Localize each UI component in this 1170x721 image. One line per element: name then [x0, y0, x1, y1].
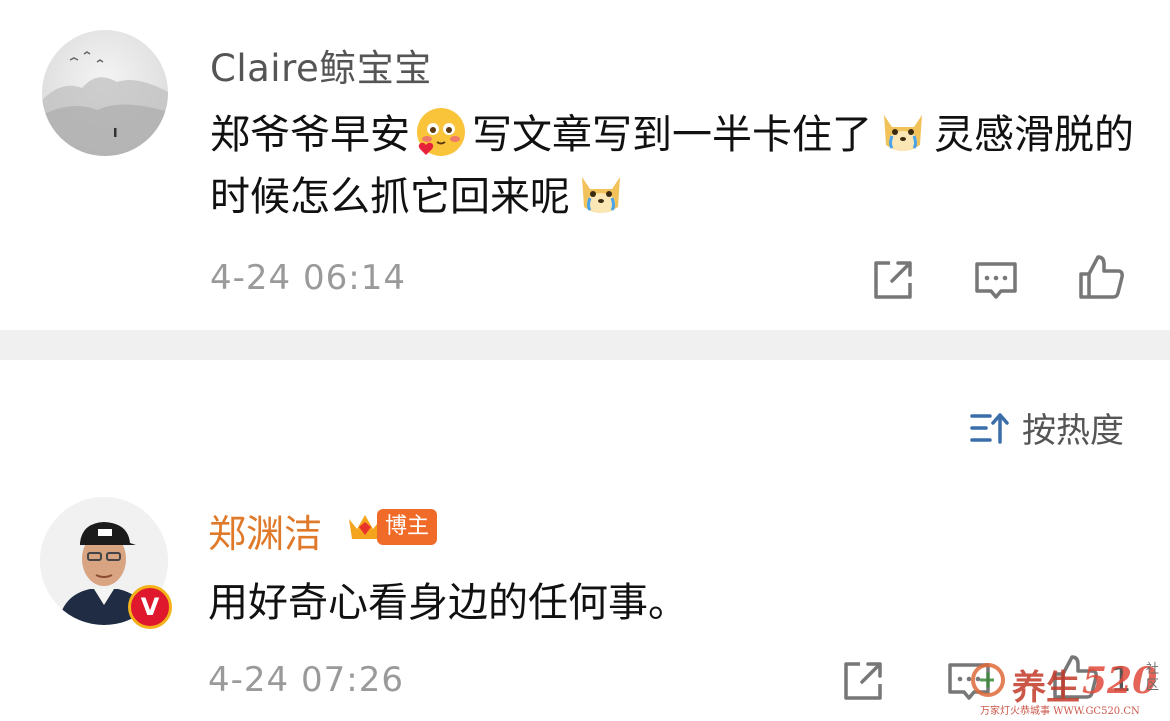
site-watermark: 养生 520 社区 万家灯火恭城事 WWW.GC520.CN — [940, 640, 1165, 720]
watermark-logo-icon — [971, 663, 1005, 697]
timestamp: 4-24 06:14 — [210, 258, 406, 298]
blushing-face-emoji-icon — [417, 108, 465, 156]
verified-badge-icon: V — [128, 585, 172, 629]
blogger-badge: 博主 — [345, 507, 438, 547]
share-icon[interactable] — [868, 255, 918, 305]
comment-text-part: 郑爷爷早安 — [210, 112, 410, 158]
blogger-name[interactable]: 郑渊洁 — [208, 503, 322, 558]
comment-1: Claire鲸宝宝 郑爷爷早安 写文章写到一半卡住了 灵感滑脱的时候怎么抓它回来… — [0, 0, 1170, 330]
crying-dog-emoji-icon — [582, 177, 620, 213]
comment-text-part: 写文章写到一半卡住了 — [472, 112, 872, 158]
username[interactable]: Claire鲸宝宝 — [210, 38, 432, 92]
comment-text: 郑爷爷早安 写文章写到一半卡住了 灵感滑脱的时候怎么抓它回来呢 — [210, 104, 1140, 228]
share-icon[interactable] — [838, 656, 888, 706]
watermark-side: 社区 — [1146, 662, 1160, 693]
sort-label: 按热度 — [1022, 411, 1124, 451]
comment-text: 用好奇心看身边的任何事。 — [208, 580, 688, 626]
badge-label: 博主 — [377, 509, 438, 545]
section-divider — [0, 330, 1170, 360]
sort-by-hot-button[interactable]: 按热度 — [970, 403, 1124, 452]
like-icon[interactable] — [1076, 252, 1126, 302]
timestamp: 4-24 07:26 — [208, 660, 404, 700]
watermark-subtitle: 万家灯火恭城事 WWW.GC520.CN — [980, 706, 1140, 717]
user-avatar[interactable] — [42, 30, 168, 156]
crying-dog-emoji-icon — [884, 115, 922, 151]
sort-icon — [970, 412, 1009, 444]
comment-icon[interactable] — [971, 255, 1021, 305]
